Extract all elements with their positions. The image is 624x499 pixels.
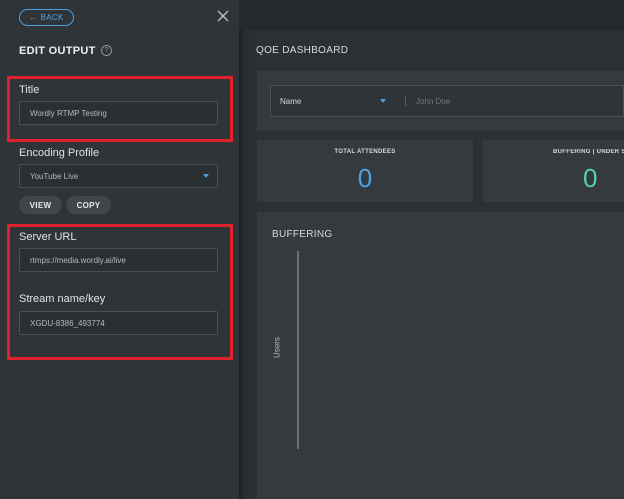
encoding-profile-value: YouTube Live: [30, 171, 79, 181]
panel-title: EDIT OUTPUT: [19, 45, 96, 57]
view-button[interactable]: VIEW: [19, 196, 62, 214]
dashboard-title: QOE DASHBOARD: [256, 45, 349, 56]
stat-label: BUFFERING | UNDER S: [553, 149, 624, 155]
chart-y-axis-label: Users: [272, 337, 282, 358]
highlight-box-title: [7, 76, 233, 142]
top-bar: [239, 0, 624, 30]
copy-button[interactable]: COPY: [66, 196, 111, 214]
highlight-box-server: [7, 224, 233, 360]
close-icon[interactable]: [216, 9, 230, 23]
chevron-down-icon: [203, 174, 209, 178]
buffering-chart: [257, 212, 624, 499]
divider: [405, 96, 406, 106]
back-button-label: BACK: [40, 13, 64, 22]
chart-title: BUFFERING: [272, 229, 333, 240]
stat-value: 0: [357, 163, 373, 193]
chart-y-axis: [297, 251, 299, 449]
filter-name-label: Name: [280, 97, 302, 106]
back-button[interactable]: ← BACK: [19, 9, 74, 26]
stat-value: 0: [583, 163, 598, 193]
chevron-down-icon[interactable]: [380, 99, 386, 103]
encoding-profile-select[interactable]: YouTube Live: [19, 164, 218, 188]
stat-label: TOTAL ATTENDEES: [334, 149, 396, 155]
encoding-profile-label: Encoding Profile: [19, 147, 100, 159]
help-icon[interactable]: ?: [101, 45, 112, 56]
filter-value[interactable]: John Doe: [416, 97, 450, 106]
edit-output-panel: ← BACK EDIT OUTPUT ? Title Wordly RTMP T…: [0, 0, 239, 499]
arrow-left-icon: ←: [29, 13, 38, 22]
